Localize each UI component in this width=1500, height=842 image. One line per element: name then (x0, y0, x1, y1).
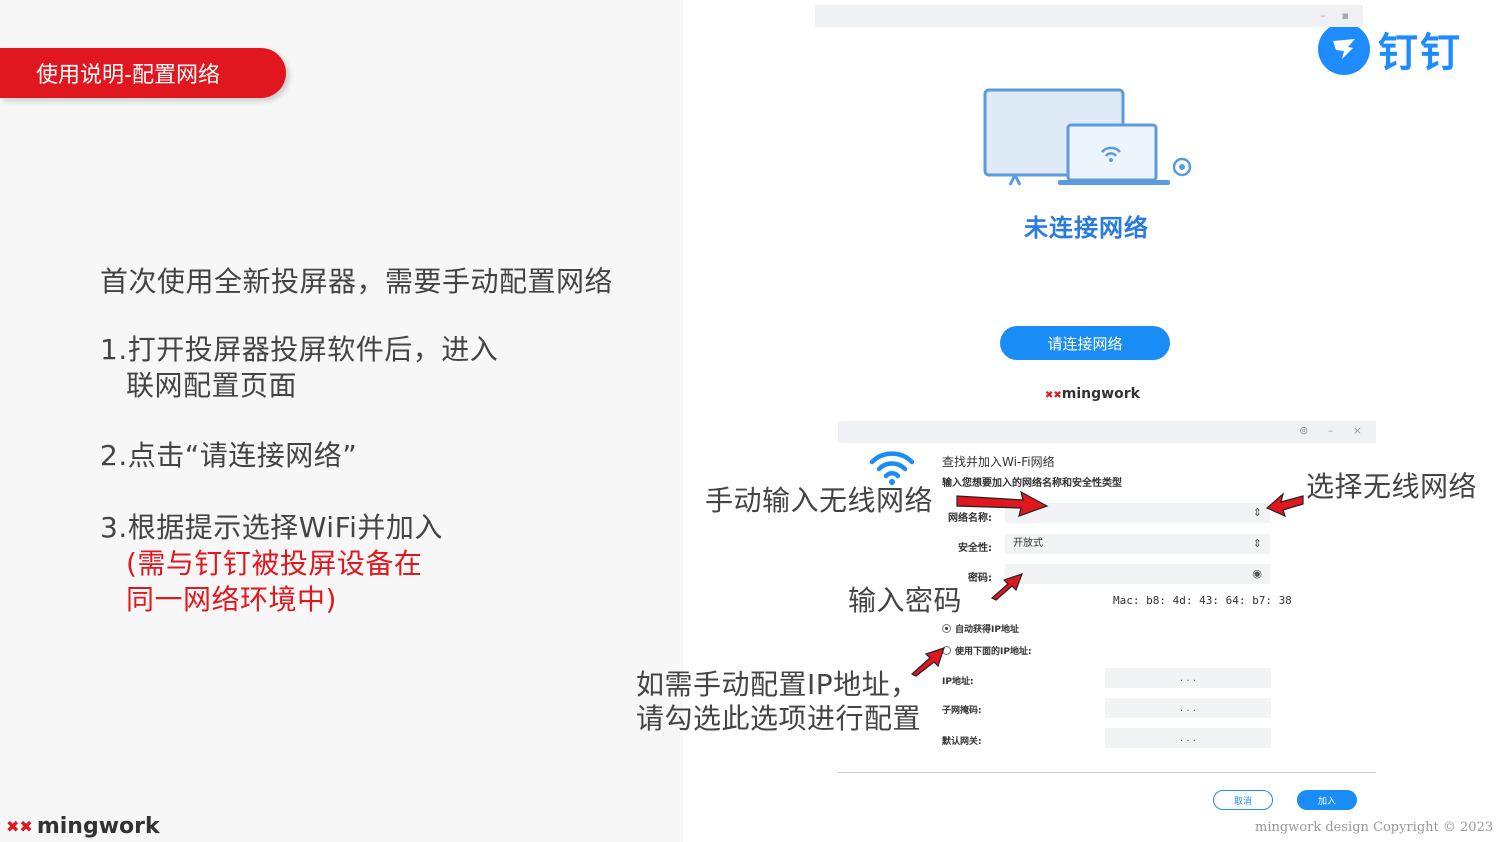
mingwork-logo: ✖✖ mingwork (6, 814, 160, 839)
radio-auto-ip-button[interactable] (942, 624, 951, 633)
password-label: 密码: (968, 573, 992, 584)
section-title: 使用说明-配置网络 (36, 63, 220, 88)
step-3-note1: (需与钉钉被投屏设备在 (126, 547, 423, 580)
radio-auto-ip-label: 自动获得IP地址 (955, 625, 1019, 635)
subnet-mask-input[interactable]: . . . (1105, 698, 1271, 718)
step-3-line1: 3.根据提示选择WiFi并加入 (100, 511, 443, 544)
dingtalk-logo: 钉钉 (1318, 20, 1462, 78)
ip-address-label: IP地址: (942, 677, 974, 687)
security-select[interactable]: 开放式 ⇕ (1005, 534, 1270, 554)
join-button[interactable]: 加入 (1297, 790, 1357, 810)
security-stepper-icon[interactable]: ⇕ (1253, 534, 1262, 554)
section-title-tag: 使用说明-配置网络 (0, 48, 286, 98)
annotation-enter-password: 输入密码 (848, 584, 963, 617)
dialog-window-controls[interactable]: ⊚ – × (1299, 424, 1370, 437)
mingwork-small-logo: ✖✖mingwork (1045, 386, 1140, 402)
annotation-select-network: 选择无线网络 (1306, 470, 1478, 503)
security-value: 开放式 (1013, 538, 1043, 549)
radio-manual-ip-label: 使用下面的IP地址: (955, 647, 1032, 657)
radio-auto-ip[interactable]: 自动获得IP地址 (942, 622, 1019, 635)
top-window-bar: – ▪ (815, 5, 1363, 27)
eye-icon[interactable]: ◉ (1252, 564, 1262, 584)
step-3-note2: 同一网络环境中) (126, 583, 337, 616)
mingwork-logo-text: mingwork (36, 814, 160, 839)
arrow-left-icon (1265, 492, 1304, 518)
copyright-text: mingwork design Copyright © 2023 (1255, 820, 1494, 835)
arrow-right-icon (956, 490, 1049, 517)
ip-address-placeholder: . . . (1180, 672, 1196, 684)
cancel-button[interactable]: 取消 (1213, 790, 1273, 810)
step-1: 1.打开投屏器投屏软件后，进入 联网配置页面 (100, 332, 498, 404)
mingwork-small-mark-icon: ✖✖ (1045, 390, 1062, 401)
arrow-up-right-icon (990, 573, 1024, 601)
window-controls[interactable]: – ▪ (1321, 9, 1355, 22)
annotation-manual-ip-line1: 如需手动配置IP地址， (636, 668, 919, 701)
gateway-label: 默认网关: (942, 737, 982, 747)
gateway-placeholder: . . . (1180, 732, 1196, 744)
annotation-manual-ip: 如需手动配置IP地址， 请勾选此选项进行配置 (636, 668, 921, 736)
arrow-up-right-icon-2 (910, 647, 945, 677)
subnet-mask-placeholder: . . . (1180, 702, 1196, 714)
dingtalk-bird-icon (1318, 23, 1370, 75)
mingwork-small-logo-text: mingwork (1061, 386, 1140, 402)
subnet-mask-label: 子网掩码: (942, 706, 982, 716)
step-1-line1: 1.打开投屏器投屏软件后，进入 (100, 333, 499, 366)
dialog-title: 查找并加入Wi-Fi网络 (942, 455, 1055, 469)
annotation-manual-input: 手动输入无线网络 (705, 484, 934, 517)
annotation-manual-ip-line2: 请勾选此选项进行配置 (636, 702, 922, 735)
mac-address: Mac: b8: 4d: 43: 64: b7: 38 (1113, 594, 1292, 607)
step-1-line2: 联网配置页面 (126, 369, 298, 402)
step-2-text: 2.点击“请连接网络” (100, 439, 358, 472)
network-status-title: 未连接网络 (1024, 214, 1149, 242)
gateway-input[interactable]: . . . (1105, 728, 1271, 748)
ip-address-input[interactable]: . . . (1105, 668, 1271, 688)
mingwork-mark-icon: ✖✖ (6, 817, 33, 836)
dialog-subtitle: 输入您想要加入的网络名称和安全性类型 (942, 478, 1122, 489)
step-3: 3.根据提示选择WiFi并加入 (需与钉钉被投屏设备在 同一网络环境中) (100, 510, 443, 618)
connect-network-button[interactable]: 请连接网络 (1000, 326, 1170, 360)
security-label: 安全性: (958, 543, 992, 554)
dingtalk-logo-text: 钉钉 (1378, 30, 1462, 76)
dialog-divider (838, 772, 1376, 773)
tv-laptop-icon (980, 85, 1200, 194)
radio-manual-ip[interactable]: 使用下面的IP地址: (942, 644, 1032, 657)
left-panel: 使用说明-配置网络 首次使用全新投屏器，需要手动配置网络 1.打开投屏器投屏软件… (0, 0, 683, 842)
step-2: 2.点击“请连接网络” (100, 438, 357, 474)
password-input[interactable]: ◉ (1005, 564, 1270, 584)
network-name-stepper-icon[interactable]: ⇕ (1253, 503, 1262, 523)
dialog-title-bar: ⊚ – × (838, 421, 1376, 443)
intro-text: 首次使用全新投屏器，需要手动配置网络 (100, 265, 614, 298)
